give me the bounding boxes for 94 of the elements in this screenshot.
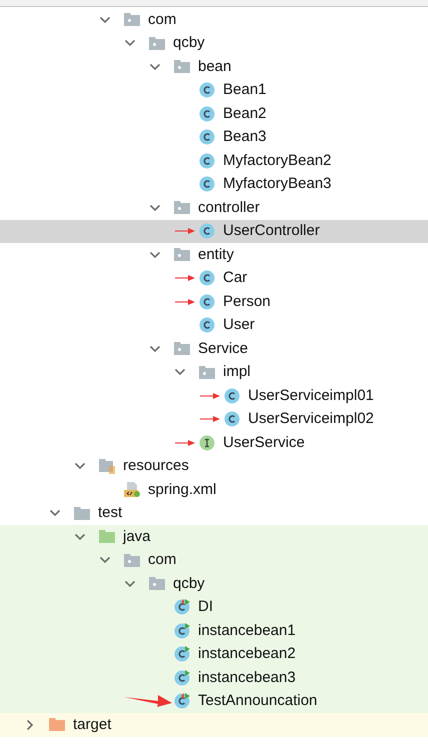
- package-folder-icon: [174, 60, 190, 74]
- tree-row[interactable]: qcby: [0, 572, 428, 596]
- tree-row[interactable]: UserController: [0, 220, 428, 243]
- tree-row[interactable]: UserServiceimpl02: [0, 408, 428, 431]
- package-folder-icon: [149, 577, 165, 590]
- tree-row[interactable]: controller: [0, 196, 428, 220]
- tree-item-label: UserController: [223, 221, 320, 241]
- test-class-icon: [174, 599, 190, 616]
- tree-row[interactable]: TestAnnouncation: [0, 690, 428, 713]
- class-icon: [199, 176, 215, 192]
- class-icon: [199, 152, 215, 169]
- interface-icon: [199, 434, 215, 451]
- tree-row[interactable]: java: [0, 525, 428, 548]
- folder-icon: [74, 506, 90, 520]
- tree-item-label: User: [223, 315, 255, 335]
- tree-row[interactable]: MyfactoryBean3: [0, 172, 428, 196]
- package-folder-icon: [174, 201, 190, 214]
- class-icon: [199, 129, 215, 146]
- tree-row[interactable]: com: [0, 8, 428, 32]
- tree-row[interactable]: User: [0, 314, 428, 337]
- test-class-icon: [174, 670, 190, 686]
- tree-item-label: spring.xml: [148, 480, 216, 500]
- package-folder-icon: [124, 13, 140, 26]
- tree-item-label: instancebean3: [198, 668, 296, 688]
- package-folder-icon: [149, 36, 165, 50]
- tree-item-label: qcby: [173, 574, 205, 594]
- class-icon: [199, 223, 215, 240]
- tree-item-label: com: [148, 550, 176, 570]
- tree-item-label: UserServiceimpl01: [248, 386, 374, 406]
- package-folder-icon: [199, 366, 215, 379]
- tree-item-label: java: [123, 526, 151, 546]
- package-folder-icon: [124, 554, 140, 567]
- tree-row[interactable]: Bean1: [0, 78, 428, 102]
- tree-row[interactable]: bean: [0, 55, 428, 78]
- tree-row[interactable]: instancebean3: [0, 666, 428, 690]
- tree-row[interactable]: com: [0, 548, 428, 572]
- class-icon: [199, 82, 215, 98]
- class-icon: [199, 317, 215, 334]
- tree-item-label: instancebean2: [198, 644, 296, 664]
- tree-item-label: entity: [198, 244, 234, 264]
- tree-item-label: resources: [123, 456, 189, 476]
- tree-row[interactable]: resources: [0, 454, 428, 478]
- test-class-icon: [174, 646, 190, 662]
- tree-item-label: controller: [198, 198, 260, 218]
- class-icon: [199, 270, 215, 286]
- tree-item-label: MyfactoryBean2: [223, 150, 332, 170]
- tree-row[interactable]: spring.xml: [0, 478, 428, 502]
- tree-item-label: Car: [223, 268, 248, 288]
- tree-row[interactable]: UserServiceimpl01: [0, 384, 428, 408]
- tree-item-label: Service: [198, 338, 248, 358]
- tree-item-label: TestAnnouncation: [198, 691, 318, 711]
- chevron-right-icon[interactable]: [24, 718, 36, 731]
- tree-row[interactable]: instancebean2: [0, 642, 428, 666]
- class-icon: [224, 388, 240, 404]
- tree-item-label: DI: [198, 597, 213, 617]
- tree-item-label: target: [73, 714, 112, 734]
- tree-item-label: Bean1: [223, 80, 266, 100]
- test-class-icon: [174, 693, 190, 710]
- tree-item-label: instancebean1: [198, 620, 296, 640]
- tree-item-label: Bean2: [223, 104, 266, 124]
- tree-item-label: bean: [198, 56, 232, 76]
- tree-row[interactable]: instancebean1: [0, 619, 428, 642]
- package-folder-icon: [174, 248, 190, 262]
- tree-row[interactable]: Service: [0, 337, 428, 360]
- tree-row[interactable]: DI: [0, 596, 428, 619]
- tree-item-label: test: [98, 503, 122, 523]
- tree-row[interactable]: MyfactoryBean2: [0, 149, 428, 172]
- xml-file-icon: [124, 482, 140, 498]
- tree-row[interactable]: target: [0, 713, 428, 736]
- class-icon: [199, 294, 215, 310]
- tree-item-label: qcby: [173, 33, 205, 53]
- tree-item-label: UserService: [223, 432, 305, 452]
- resources-folder-icon: [99, 458, 115, 474]
- tree-row[interactable]: test: [0, 502, 428, 525]
- tree-row[interactable]: entity: [0, 243, 428, 266]
- class-icon: [199, 106, 215, 122]
- tree-row[interactable]: impl: [0, 360, 428, 384]
- tree-item-label: impl: [223, 362, 251, 382]
- test-class-icon: [174, 622, 190, 639]
- tree-item-label: UserServiceimpl02: [248, 409, 374, 429]
- tree-row[interactable]: UserService: [0, 431, 428, 454]
- tree-item-label: MyfactoryBean3: [223, 174, 332, 194]
- tree-item-label: Bean3: [223, 127, 266, 147]
- folder-icon: [99, 530, 115, 544]
- class-icon: [224, 411, 240, 428]
- tree-row[interactable]: Bean2: [0, 102, 428, 126]
- package-folder-icon: [174, 342, 190, 356]
- tree-row[interactable]: Bean3: [0, 126, 428, 149]
- tree-row[interactable]: Car: [0, 266, 428, 290]
- tree-row[interactable]: qcby: [0, 32, 428, 55]
- tree-item-label: Person: [223, 292, 271, 312]
- tree-row[interactable]: Person: [0, 290, 428, 314]
- tree-item-label: com: [148, 10, 176, 30]
- folder-icon: [49, 718, 65, 732]
